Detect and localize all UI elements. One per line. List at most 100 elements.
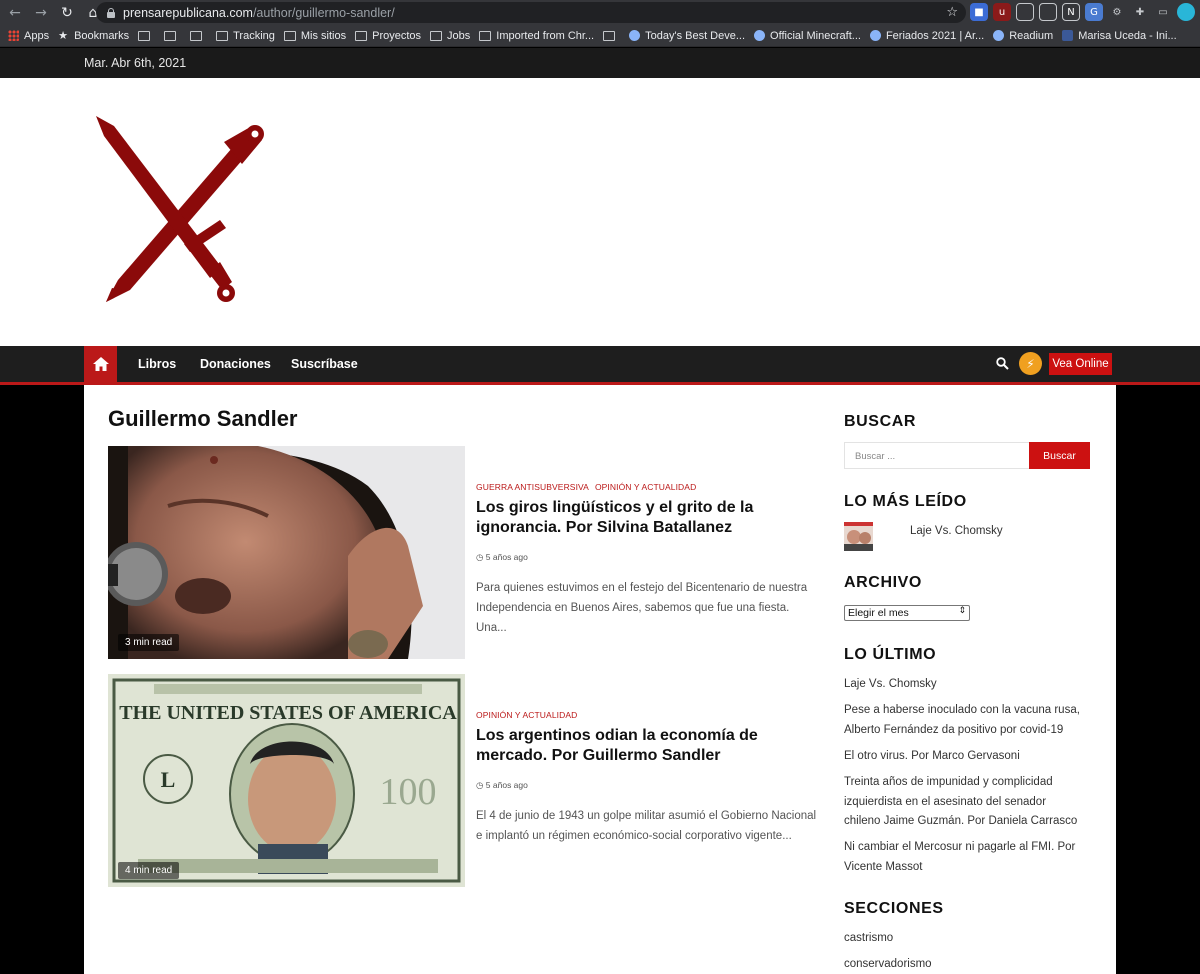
forward-icon[interactable]: → <box>30 2 52 24</box>
facebook-icon <box>1062 30 1074 41</box>
gear-icon[interactable]: ⚙ <box>1108 3 1126 21</box>
latest-post-link[interactable]: El otro virus. Por Marco Gervasoni <box>844 747 1084 767</box>
post-image <box>108 446 465 659</box>
post-title[interactable]: Los argentinos odian la economía de merc… <box>476 726 821 766</box>
bookmark-label: Today's Best Deve... <box>645 29 746 42</box>
reload-icon[interactable]: ↻ <box>56 2 78 24</box>
site-icon <box>993 30 1005 41</box>
site-logo[interactable] <box>92 112 267 307</box>
section-link[interactable]: castrismo <box>844 929 893 949</box>
bookmark-item[interactable]: Marisa Uceda - Ini... <box>1062 29 1177 42</box>
post-date-text: 5 años ago <box>485 552 528 562</box>
site-topbar: Mar. Abr 6th, 2021 <box>0 48 1200 78</box>
sidebar-heading-buscar: BUSCAR <box>844 413 917 430</box>
folder-icon <box>355 30 368 41</box>
sidebar-heading-ultimo: LO ÚLTIMO <box>844 646 937 663</box>
bookmark-label: Official Minecraft... <box>770 29 861 42</box>
category-link[interactable]: Guerra antisubversiva <box>476 482 589 492</box>
bookmark-item[interactable]: Proyectos <box>355 30 421 42</box>
sidebar-heading-secciones: SECCIONES <box>844 900 944 917</box>
search-input[interactable]: Buscar ... <box>844 442 1030 469</box>
folder-icon <box>216 30 229 41</box>
lock-icon <box>106 7 115 18</box>
latest-post-link[interactable]: Laje Vs. Chomsky <box>844 675 1084 695</box>
bill-heading-text: THE UNITED STATES OF AMERICA <box>119 702 457 724</box>
current-date: Mar. Abr 6th, 2021 <box>84 56 187 70</box>
category-link[interactable]: Opinión y actualidad <box>595 482 696 492</box>
most-read-image <box>844 522 873 551</box>
site-icon <box>754 30 766 41</box>
post-categories: Guerra antisubversiva Opinión y actualida… <box>476 482 702 492</box>
clock-icon: ◷ <box>476 781 484 791</box>
latest-post-link[interactable]: Ni cambiar el Mercosur ni pagarle al FMI… <box>844 838 1084 877</box>
nav-item-libros[interactable]: Libros <box>138 357 176 371</box>
star-icon: ★ <box>58 29 68 42</box>
read-time-badge: 4 min read <box>118 862 180 879</box>
bookmark-label: Marisa Uceda - Ini... <box>1078 29 1177 42</box>
cast-icon[interactable]: ▭ <box>1154 3 1172 21</box>
home-button[interactable] <box>84 346 117 382</box>
bookmark-item[interactable]: Feriados 2021 | Ar... <box>869 29 985 42</box>
bookmark-item[interactable]: Apps <box>8 30 49 42</box>
bookmark-item[interactable] <box>164 30 181 41</box>
section-link[interactable]: conservadorismo <box>844 955 932 974</box>
post-thumbnail[interactable]: THE UNITED STATES OF AMERICA L 100 4 min… <box>108 674 465 887</box>
most-read-link[interactable]: Laje Vs. Chomsky <box>910 522 1003 542</box>
house-icon <box>92 357 109 371</box>
search-icon[interactable] <box>996 357 1009 370</box>
bookmark-label: Imported from Chr... <box>496 29 595 42</box>
bookmark-star-icon[interactable]: ☆ <box>946 5 958 20</box>
bookmark-item[interactable] <box>138 30 155 41</box>
most-read-thumbnail[interactable] <box>844 522 873 551</box>
post-title[interactable]: Los giros lingüísticos y el grito de la … <box>476 498 821 538</box>
bookmark-label: Readium <box>1009 29 1054 42</box>
site-icon <box>869 30 881 41</box>
page-title: Guillermo Sandler <box>108 406 298 431</box>
search-button[interactable]: Buscar <box>1029 442 1090 469</box>
clock-icon: ◷ <box>476 553 484 563</box>
translate-icon[interactable]: G <box>1085 3 1103 21</box>
archive-month-select[interactable]: Elegir el mes ⇕ <box>844 605 970 621</box>
bookmark-item[interactable]: ★ Bookmarks <box>58 30 129 42</box>
profile-avatar-icon[interactable] <box>1177 3 1195 21</box>
apps-grid-icon <box>8 30 19 41</box>
bookmark-label: Bookmarks <box>74 29 130 42</box>
vea-online-button[interactable]: Vea Online <box>1049 353 1112 375</box>
notion-icon[interactable]: N <box>1062 3 1080 21</box>
bookmark-item[interactable]: Mis sitios <box>283 29 347 42</box>
post-categories: Opinión y actualidad <box>476 710 583 720</box>
bookmark-item[interactable] <box>603 30 620 41</box>
bookmark-item[interactable] <box>190 30 207 41</box>
sidebar-heading-mas-leido: LO MÁS LEÍDO <box>844 493 967 510</box>
bookmark-label: Mis sitios <box>300 29 347 42</box>
latest-post-link[interactable]: Pese a haberse inoculado con la vacuna r… <box>844 701 1084 740</box>
ublock-icon[interactable]: u <box>993 3 1011 21</box>
bookmark-item[interactable]: Readium <box>993 30 1053 42</box>
puzzle-icon[interactable]: ✚ <box>1131 3 1149 21</box>
post-thumbnail[interactable]: 3 min read <box>108 446 465 659</box>
pocket-icon[interactable] <box>1016 3 1034 21</box>
main-content: Guillermo Sandler 3 min read GUERRA ANTI… <box>84 385 1116 974</box>
latest-post-link[interactable]: Treinta años de impunidad y complicidad … <box>844 773 1084 832</box>
folder-icon <box>430 30 443 41</box>
back-icon[interactable]: ← <box>4 2 26 24</box>
bolt-icon[interactable]: ⚡ <box>1019 352 1042 375</box>
post-excerpt: El 4 de junio de 1943 un golpe militar a… <box>476 810 817 842</box>
post-image: THE UNITED STATES OF AMERICA L 100 <box>108 674 465 887</box>
bookmark-label: Apps <box>24 29 50 42</box>
bookmark-item[interactable]: Jobs <box>430 30 470 42</box>
bookmark-label: Jobs <box>447 29 471 42</box>
archive-select-value: Elegir el mes <box>848 607 909 619</box>
bookmark-item[interactable]: Imported from Chr... <box>479 30 594 42</box>
bookmark-item[interactable]: Official Minecraft... <box>754 30 861 42</box>
address-bar[interactable]: prensarepublicana.com/author/guillermo-s… <box>96 2 966 23</box>
bookmarks-bar: Apps ★ Bookmarks Tracking Mis sitios Proyecto… <box>0 25 1200 47</box>
nav-item-suscribase[interactable]: Suscríbase <box>291 357 358 371</box>
nav-item-donaciones[interactable]: Donaciones <box>200 357 271 371</box>
bookmark-item[interactable]: Tracking <box>216 30 275 42</box>
category-link[interactable]: Opinión y actualidad <box>476 710 577 720</box>
bitwarden-icon[interactable]: ■ <box>970 3 988 21</box>
extension-icon[interactable] <box>1039 3 1057 21</box>
bookmark-label: Feriados 2021 | Ar... <box>885 29 985 42</box>
bookmark-item[interactable]: Today's Best Deve... <box>629 30 745 42</box>
